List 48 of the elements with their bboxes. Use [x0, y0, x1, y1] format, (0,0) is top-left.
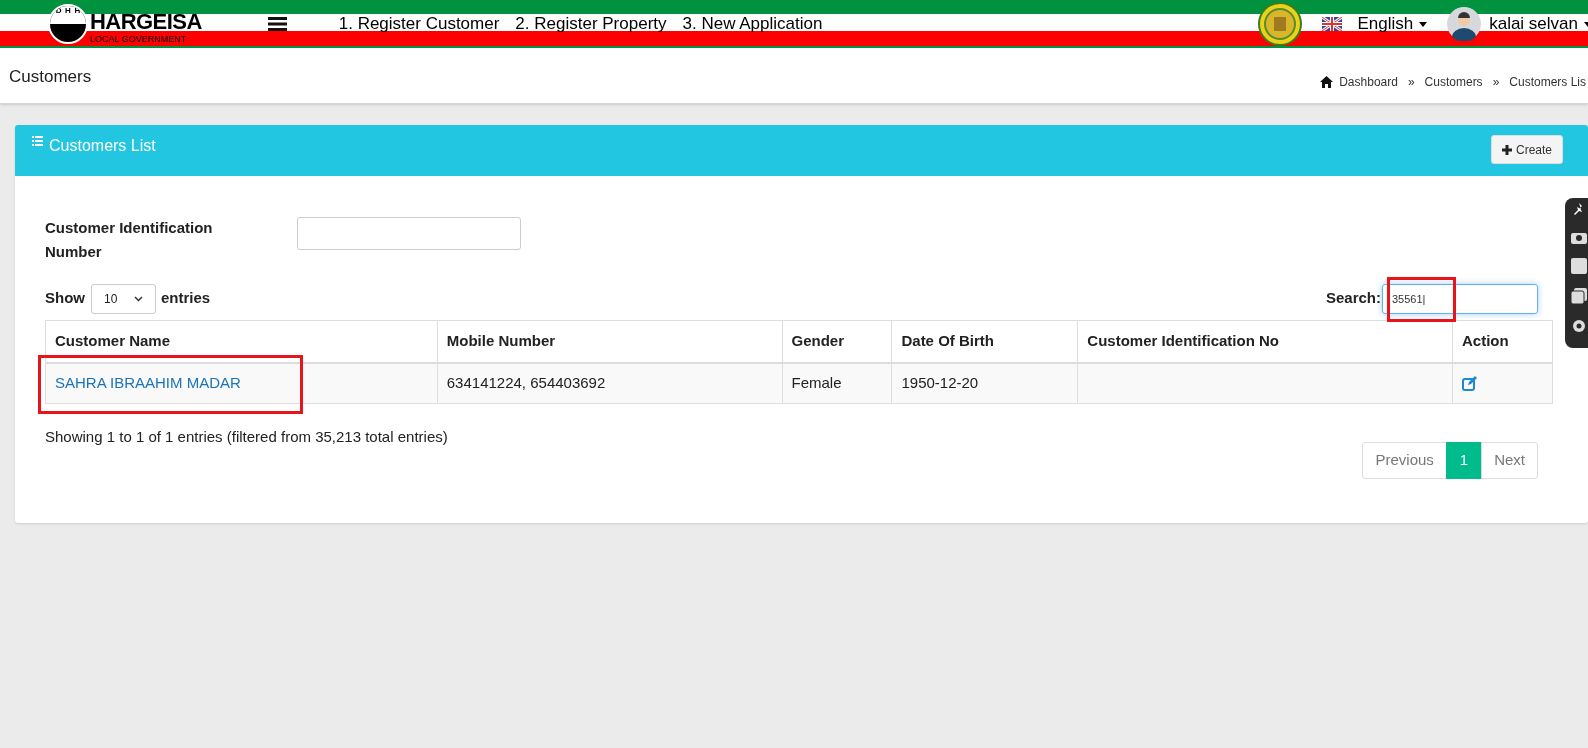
breadcrumb-link[interactable]: Dashboard: [1339, 73, 1398, 91]
user-avatar-icon[interactable]: [1447, 7, 1482, 41]
create-button[interactable]: Create: [1490, 135, 1563, 164]
edit-icon[interactable]: [1462, 375, 1478, 391]
logo-title: HARGEISA: [90, 12, 202, 32]
uk-flag-icon: [1322, 17, 1343, 31]
highlight-frame: [1387, 277, 1456, 322]
show-label: Show: [45, 288, 85, 309]
list-icon: [32, 136, 43, 146]
gallery-icon[interactable]: [1571, 288, 1587, 304]
logo-letter: H: [65, 6, 71, 15]
user-dropdown[interactable]: kalai selvan: [1489, 11, 1588, 37]
breadcrumb-separator: »: [1407, 74, 1415, 91]
nav-link[interactable]: 1. Register Customer: [338, 11, 500, 37]
search-label: Search:: [1325, 288, 1381, 309]
column-header: Action: [1452, 320, 1553, 363]
breadcrumb-separator: »: [1492, 74, 1500, 91]
column-header: Customer Identification No: [1077, 320, 1453, 363]
table-cell: 634141224, 654403692: [437, 362, 782, 404]
column-header: Mobile Number: [437, 320, 782, 363]
card-title: Customers List: [49, 136, 156, 156]
field-label: Customer Identification Number: [45, 218, 214, 262]
language-dropdown[interactable]: English: [1357, 11, 1428, 37]
customer-name-link[interactable]: SAHRA IBRAAHIM MADAR: [55, 374, 241, 391]
breadcrumb-link[interactable]: Customers Lis: [1509, 73, 1586, 91]
search-input[interactable]: 35561|: [1382, 283, 1538, 314]
column-header: Gender: [782, 320, 892, 363]
table-info: Showing 1 to 1 of 1 entries (filtered from 35,213 total entries): [45, 427, 448, 447]
nav-link[interactable]: 3. New Application: [682, 11, 823, 37]
logo-subtitle: LOCAL GOVERNMENT: [90, 34, 188, 44]
page-title: Customers: [9, 66, 92, 88]
table-cell: 1950-12-20: [891, 362, 1078, 404]
chevron-down-icon: [134, 295, 143, 302]
pagination-button[interactable]: Previous: [1362, 442, 1447, 479]
column-header: Date Of Birth: [891, 320, 1078, 363]
entries-label: entries: [161, 288, 211, 309]
customer-id-input[interactable]: [297, 217, 521, 250]
pagination-button[interactable]: Next: [1481, 442, 1538, 479]
camera-icon[interactable]: [1571, 230, 1587, 244]
table-cell: Female: [782, 362, 892, 404]
emblem-icon: [1258, 2, 1303, 46]
plus-icon: [1501, 144, 1512, 155]
gear-icon[interactable]: [1571, 318, 1587, 334]
home-icon: [1320, 76, 1334, 88]
breadcrumb-link[interactable]: Customers: [1424, 73, 1483, 91]
entries-select[interactable]: 10: [91, 283, 156, 314]
menu-icon[interactable]: [267, 17, 287, 31]
nav-link[interactable]: 2. Register Property: [515, 11, 667, 37]
